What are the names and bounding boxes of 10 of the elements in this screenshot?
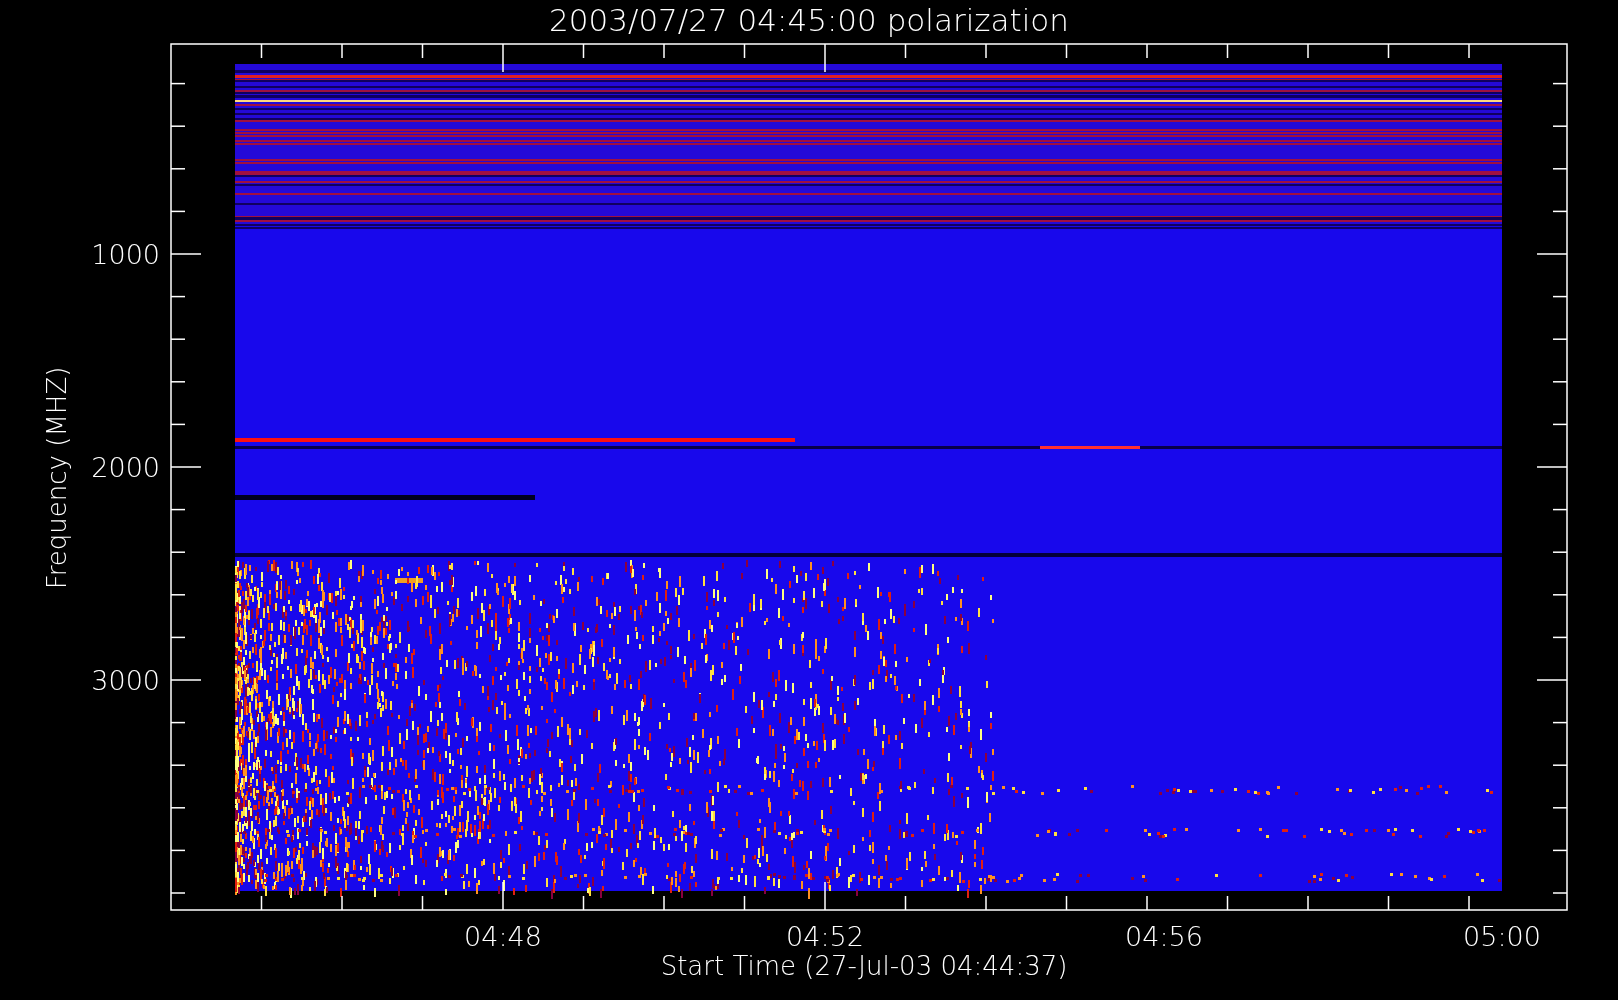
tick-label: 2000 — [91, 452, 160, 483]
chart-title: 2003/07/27 04:45:00 polarization — [549, 2, 1069, 38]
tick-label: 3000 — [91, 665, 160, 696]
tick-label: 04:52 — [786, 921, 864, 952]
x-axis-label: Start Time (27-Jul-03 04:44:37) — [660, 951, 1068, 981]
tick-label: 05:00 — [1463, 921, 1541, 952]
tick-label: 1000 — [91, 239, 160, 270]
y-axis-label: Frequency (MHZ) — [42, 366, 72, 590]
tick-label: 04:56 — [1125, 921, 1203, 952]
tick-label: 04:48 — [464, 921, 542, 952]
